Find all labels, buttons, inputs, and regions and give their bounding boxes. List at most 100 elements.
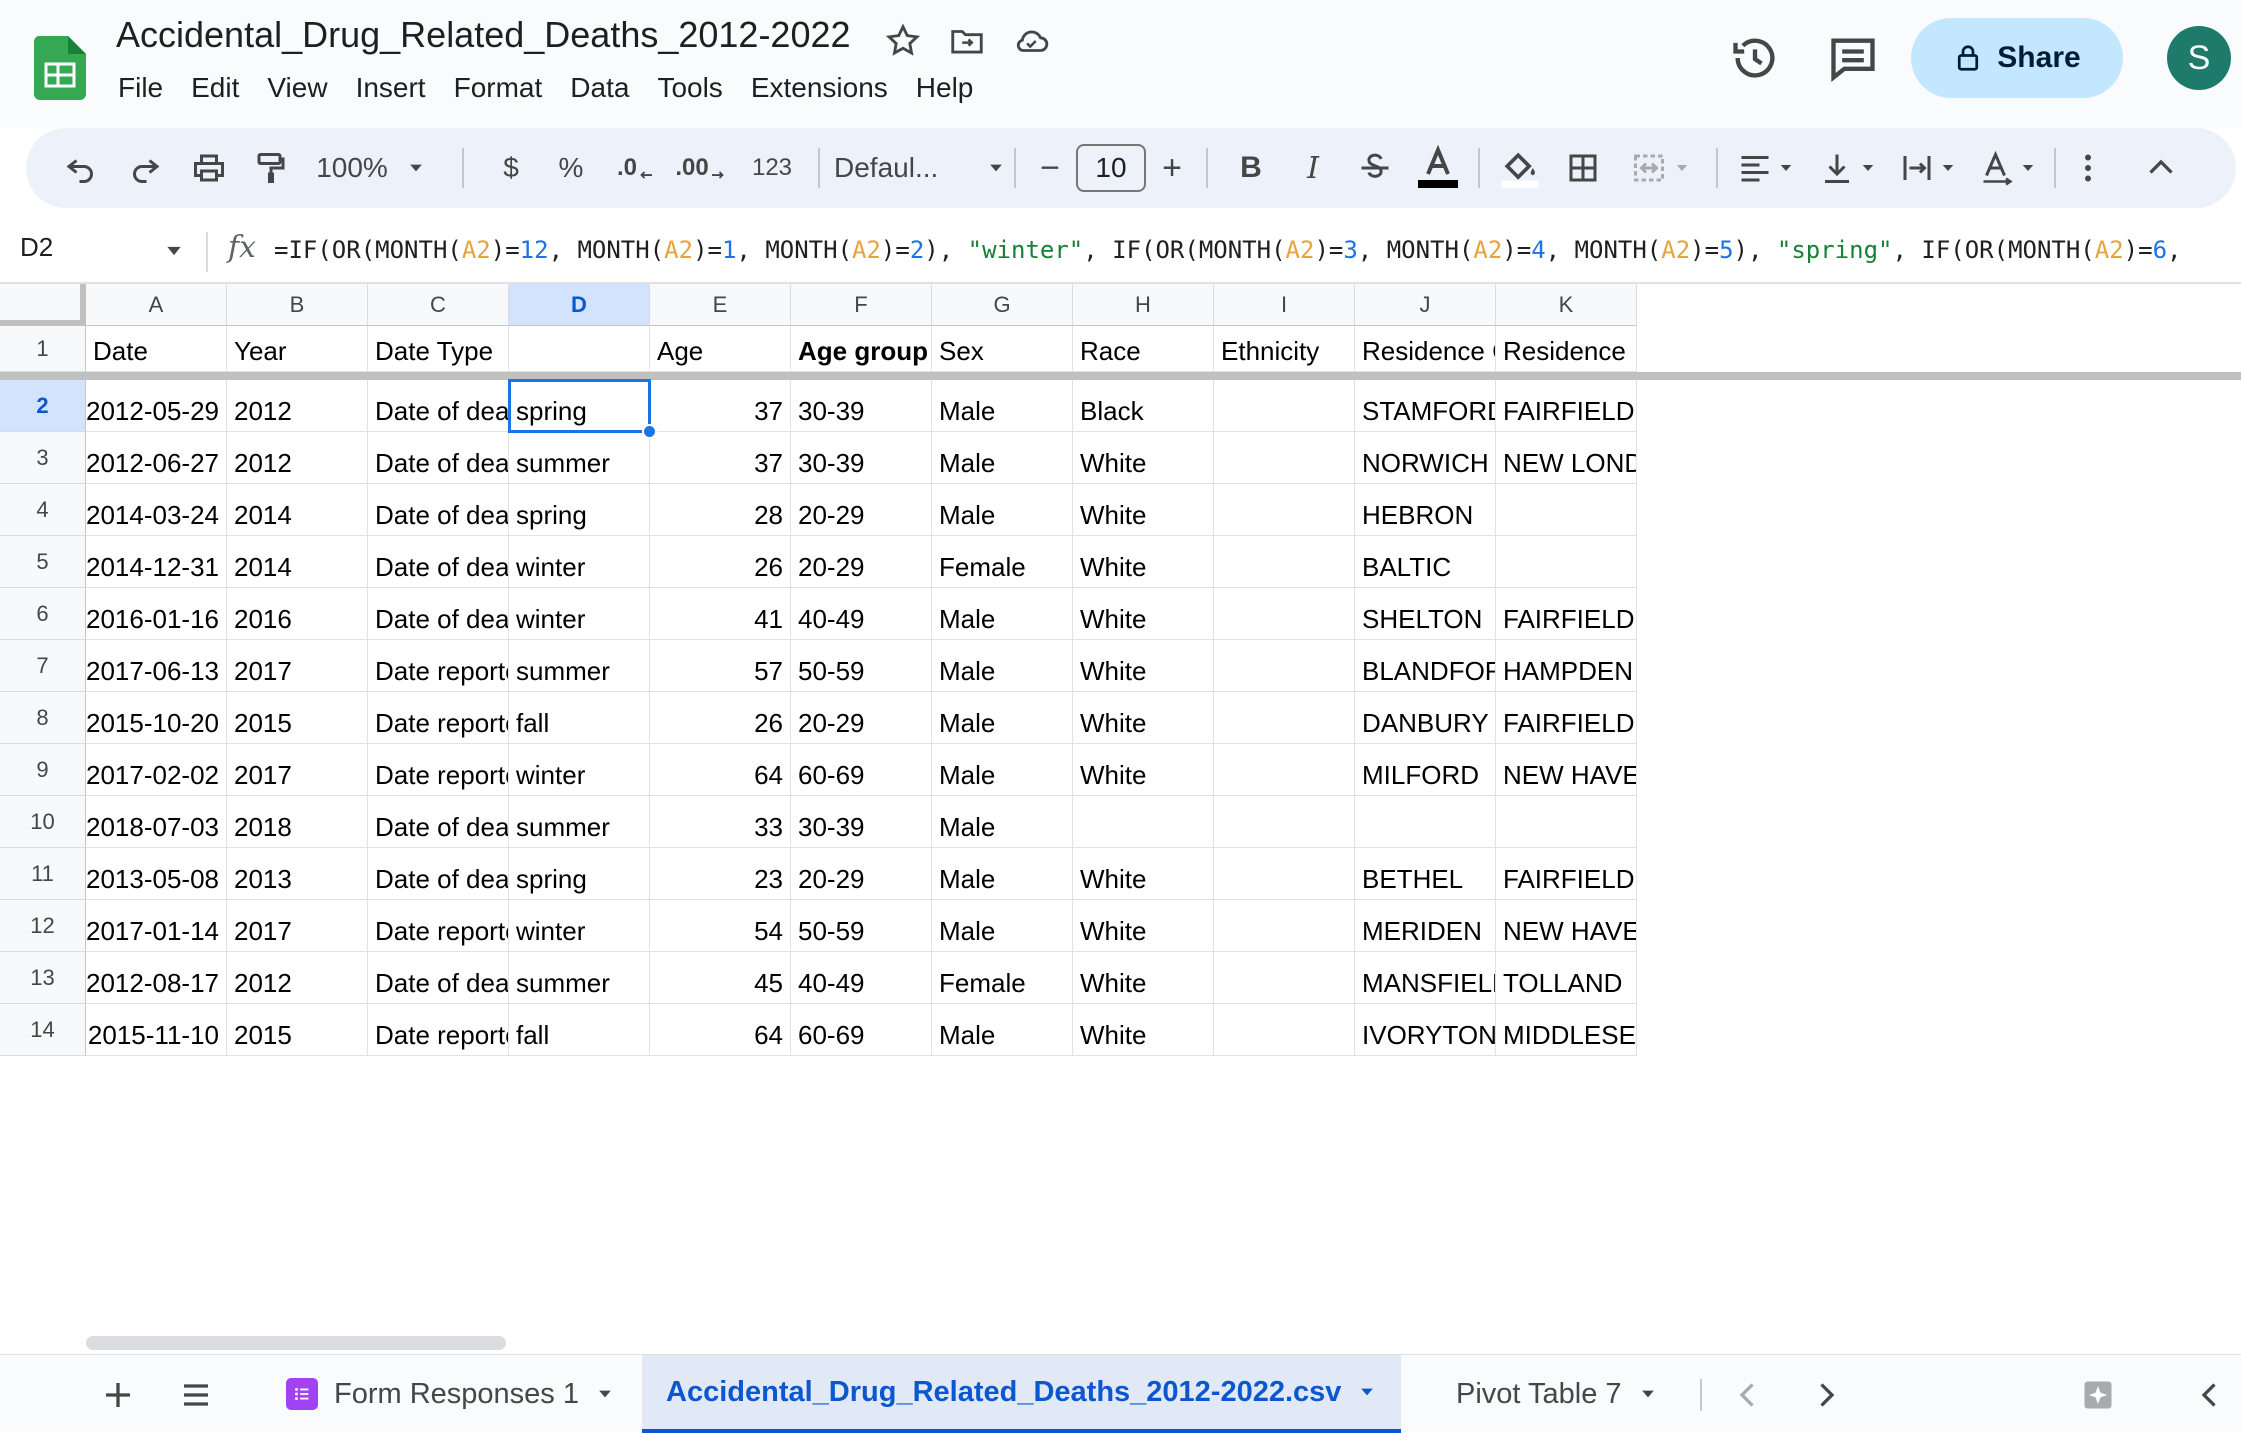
table-cell[interactable]: 2017 [227, 744, 368, 796]
table-cell[interactable]: White [1073, 848, 1214, 900]
percent-format-button[interactable]: % [546, 128, 596, 208]
borders-button[interactable] [1556, 128, 1610, 208]
table-cell[interactable]: winter [509, 744, 650, 796]
table-cell[interactable]: 2015-10-20 [86, 692, 227, 744]
column-header-j[interactable]: J [1355, 284, 1496, 326]
table-cell[interactable] [1214, 432, 1355, 484]
table-cell[interactable]: 2014 [227, 536, 368, 588]
table-cell[interactable]: 23 [650, 848, 791, 900]
table-cell[interactable]: HAMPDEN [1496, 640, 1637, 692]
table-cell[interactable]: Male [932, 484, 1073, 536]
table-cell[interactable]: FAIRFIELD [1496, 588, 1637, 640]
column-header-g[interactable]: G [932, 284, 1073, 326]
table-cell[interactable] [1214, 536, 1355, 588]
table-cell[interactable]: 45 [650, 952, 791, 1004]
vertical-align-button[interactable] [1812, 128, 1884, 208]
tab-form-responses-1[interactable]: Form Responses 1 [262, 1355, 639, 1433]
account-avatar[interactable]: S [2167, 26, 2231, 90]
table-cell[interactable]: White [1073, 484, 1214, 536]
table-cell[interactable]: winter [509, 588, 650, 640]
table-cell[interactable]: 2012 [227, 952, 368, 1004]
table-cell[interactable]: fall [509, 1004, 650, 1056]
table-cell[interactable]: Male [932, 640, 1073, 692]
table-cell[interactable]: 64 [650, 744, 791, 796]
table-cell[interactable]: 2017-06-13 [86, 640, 227, 692]
font-family-select[interactable]: Defaul... [830, 128, 1010, 208]
table-cell[interactable] [1214, 588, 1355, 640]
table-cell[interactable]: 2014-12-31 [86, 536, 227, 588]
table-cell[interactable]: 2014 [227, 484, 368, 536]
table-cell[interactable]: 40-49 [791, 588, 932, 640]
scroll-tabs-left-icon[interactable] [1730, 1377, 1766, 1413]
table-cell[interactable]: 41 [650, 588, 791, 640]
table-cell[interactable]: 64 [650, 1004, 791, 1056]
header-cell[interactable]: Age group [791, 326, 932, 372]
formula-input[interactable]: =IF(OR(MONTH(A2)=12, MONTH(A2)=1, MONTH(… [274, 236, 2181, 264]
all-sheets-icon[interactable] [178, 1377, 214, 1413]
select-all-corner[interactable] [0, 284, 86, 326]
header-cell[interactable]: Residence City [1355, 326, 1496, 372]
table-cell[interactable]: 2013 [227, 848, 368, 900]
merge-cells-button[interactable] [1618, 128, 1704, 208]
table-cell[interactable]: Male [932, 848, 1073, 900]
table-cell[interactable] [1496, 536, 1637, 588]
table-cell[interactable]: 2015-11-10 [86, 1004, 227, 1056]
tab-pivot-table-7[interactable]: Pivot Table 7 [1432, 1355, 1682, 1433]
collapse-menus-button[interactable] [2136, 128, 2186, 208]
increase-font-size-button[interactable]: + [1152, 128, 1192, 208]
table-cell[interactable]: 28 [650, 484, 791, 536]
print-button[interactable] [182, 128, 236, 208]
font-size-input[interactable]: 10 [1076, 144, 1146, 192]
table-cell[interactable]: 60-69 [791, 744, 932, 796]
table-cell[interactable]: 54 [650, 900, 791, 952]
move-folder-icon[interactable] [948, 22, 986, 60]
horizontal-align-button[interactable] [1730, 128, 1802, 208]
table-cell[interactable]: NEW HAVEN [1496, 744, 1637, 796]
table-cell[interactable]: Male [932, 900, 1073, 952]
add-sheet-icon[interactable] [100, 1377, 136, 1413]
table-cell[interactable] [1214, 848, 1355, 900]
table-cell[interactable] [1214, 744, 1355, 796]
table-cell[interactable]: spring [509, 484, 650, 536]
table-cell[interactable]: MIDDLESEX [1496, 1004, 1637, 1056]
table-cell[interactable]: Date of death [368, 588, 509, 640]
text-rotation-button[interactable] [1972, 128, 2044, 208]
table-cell[interactable]: FAIRFIELD [1496, 692, 1637, 744]
table-cell[interactable]: Black [1073, 380, 1214, 432]
table-cell[interactable]: 20-29 [791, 692, 932, 744]
table-cell[interactable]: 2015 [227, 1004, 368, 1056]
table-cell[interactable]: NEW HAVEN [1496, 900, 1637, 952]
fill-handle[interactable] [642, 424, 657, 439]
table-cell[interactable]: Female [932, 536, 1073, 588]
table-cell[interactable]: NEW LONDON [1496, 432, 1637, 484]
fill-color-button[interactable] [1492, 128, 1548, 208]
table-cell[interactable]: Date of death [368, 380, 509, 432]
tab-accidental-drug-related-deaths-csv[interactable]: Accidental_Drug_Related_Deaths_2012-2022… [642, 1355, 1402, 1433]
table-cell[interactable]: White [1073, 588, 1214, 640]
table-cell[interactable] [1214, 1004, 1355, 1056]
table-cell[interactable]: 20-29 [791, 536, 932, 588]
table-cell[interactable]: 2018 [227, 796, 368, 848]
column-header-i[interactable]: I [1214, 284, 1355, 326]
document-title[interactable]: Accidental_Drug_Related_Deaths_2012-2022 [116, 14, 851, 56]
table-cell[interactable]: fall [509, 692, 650, 744]
table-cell[interactable]: Female [932, 952, 1073, 1004]
table-cell[interactable] [1214, 952, 1355, 1004]
table-cell[interactable]: winter [509, 900, 650, 952]
table-cell[interactable]: White [1073, 1004, 1214, 1056]
header-cell[interactable]: Date Type [368, 326, 509, 372]
table-cell[interactable]: 2012 [227, 432, 368, 484]
table-cell[interactable]: 2012-06-27 [86, 432, 227, 484]
table-cell[interactable]: 26 [650, 536, 791, 588]
table-cell[interactable]: 30-39 [791, 380, 932, 432]
table-cell[interactable]: Date reported [368, 692, 509, 744]
table-cell[interactable]: TOLLAND [1496, 952, 1637, 1004]
table-cell[interactable]: Date of death [368, 796, 509, 848]
table-cell[interactable]: 20-29 [791, 484, 932, 536]
cloud-saved-icon[interactable] [1012, 22, 1050, 60]
redo-button[interactable] [120, 128, 170, 208]
table-cell[interactable]: 2017 [227, 640, 368, 692]
italic-button[interactable]: I [1288, 128, 1338, 208]
increase-decimal-button[interactable]: .00 [670, 128, 732, 208]
table-cell[interactable]: Date reported [368, 900, 509, 952]
